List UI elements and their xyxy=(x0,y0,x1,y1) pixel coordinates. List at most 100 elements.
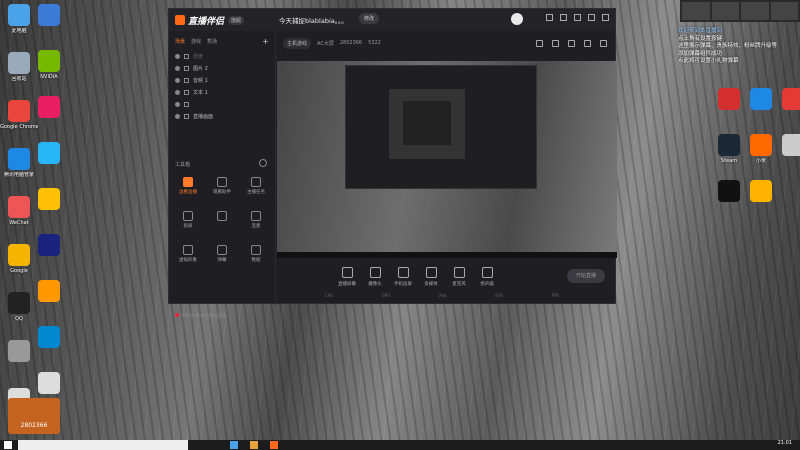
app-icon xyxy=(8,340,30,362)
category-tag[interactable]: 主机游戏 xyxy=(283,37,312,49)
lock-icon[interactable] xyxy=(184,53,189,59)
taskbar-folder-icon[interactable] xyxy=(250,441,258,449)
share-icon[interactable] xyxy=(600,40,607,47)
tab-show[interactable]: 秀场 xyxy=(207,38,217,45)
eye-icon[interactable] xyxy=(175,53,180,59)
start-live-button[interactable]: 开始直播 xyxy=(567,269,605,283)
lock-icon[interactable] xyxy=(184,77,189,83)
eye-icon[interactable] xyxy=(175,65,180,71)
source-control[interactable]: 多媒体 xyxy=(417,267,445,287)
close-icon[interactable] xyxy=(602,14,609,21)
app-icon xyxy=(8,292,30,314)
tab-scene[interactable]: 场景 xyxy=(175,38,185,45)
desktop-icon[interactable] xyxy=(30,96,68,120)
bell-icon[interactable] xyxy=(584,40,591,47)
eye-icon[interactable] xyxy=(175,89,180,95)
tool-item[interactable]: 弹幕 xyxy=(207,245,237,263)
tool-item[interactable]: 虚拟形象 xyxy=(173,245,203,263)
desktop-icon[interactable] xyxy=(30,188,68,212)
settings-icon[interactable] xyxy=(546,14,553,21)
app-icon xyxy=(38,50,60,72)
taskbar-live-icon[interactable] xyxy=(270,441,278,449)
desktop-icon-label: 小米 xyxy=(755,158,766,164)
source-control[interactable]: 直播屏幕 xyxy=(333,267,361,287)
desktop-icon-label: NVIDIA xyxy=(40,74,58,80)
app-icon xyxy=(38,326,60,348)
desktop-icon[interactable] xyxy=(30,4,68,28)
message-icon[interactable] xyxy=(560,14,567,21)
source-control[interactable]: 麦克风 xyxy=(445,267,473,287)
tool-label: 数据 xyxy=(251,258,261,263)
nested-capture-3 xyxy=(403,101,451,145)
app-icon xyxy=(38,4,60,26)
lock-icon[interactable] xyxy=(184,89,189,95)
scene-item[interactable]: 直播画面 xyxy=(169,110,275,122)
windows-taskbar: 21:01 xyxy=(0,440,800,450)
windows-start-icon[interactable] xyxy=(4,441,12,449)
lock-icon[interactable] xyxy=(184,65,189,71)
menu-icon[interactable] xyxy=(574,14,581,21)
tool-label: 边看边播 xyxy=(179,190,197,195)
tool-item[interactable]: 数据 xyxy=(241,245,271,263)
version-badge[interactable]: 旗舰 xyxy=(228,15,245,25)
chat-message: 添加弹幕组件成功 xyxy=(678,50,723,57)
desktop-icon[interactable] xyxy=(30,234,68,258)
tool-item[interactable]: 投屏 xyxy=(173,211,203,229)
stat-label: 内存 xyxy=(438,293,447,298)
minimize-icon[interactable] xyxy=(588,14,595,21)
scene-label: 文本 1 xyxy=(193,89,208,96)
app-icon xyxy=(8,52,30,74)
room-info-bar: 主机游戏 AC大屏 2802366 5322 xyxy=(277,31,381,55)
source-control[interactable]: 手机投屏 xyxy=(389,267,417,287)
source-control[interactable]: 扬声器 xyxy=(473,267,501,287)
app-icon xyxy=(38,372,60,394)
lock-icon[interactable] xyxy=(552,40,559,47)
scene-item[interactable]: 场景 xyxy=(169,50,275,62)
source-icon xyxy=(481,267,493,278)
add-scene-icon[interactable]: + xyxy=(262,37,269,46)
scene-item[interactable]: 音频 1 xyxy=(169,74,275,86)
desktop-icon[interactable] xyxy=(30,280,68,304)
tab-game[interactable]: 游戏 xyxy=(191,38,201,45)
room-title[interactable]: 今天捕捉blablabia。。。 xyxy=(279,15,348,25)
lock-icon[interactable] xyxy=(184,101,189,107)
gift-icon[interactable] xyxy=(536,40,543,47)
desktop-icon-label: Google Chrome xyxy=(0,124,38,130)
desktop-icon[interactable] xyxy=(742,180,780,204)
chat-message: 这里展示弹幕、贵族特效、粉丝牌升级等 xyxy=(678,43,778,49)
box-icon[interactable] xyxy=(568,40,575,47)
desktop-icon[interactable] xyxy=(774,88,800,112)
tool-item[interactable]: 连麦 xyxy=(241,211,271,229)
tool-item[interactable] xyxy=(207,211,237,223)
toolbox-settings-icon[interactable] xyxy=(259,159,267,167)
source-control[interactable]: 摄像头 xyxy=(361,267,389,287)
desktop-icon-label: 此电脑 xyxy=(11,28,27,34)
scene-item[interactable]: 图片 2 xyxy=(169,62,275,74)
lock-icon[interactable] xyxy=(184,113,189,119)
tool-item[interactable]: 边看边播 xyxy=(173,177,203,195)
stream-preview[interactable] xyxy=(277,61,617,258)
eye-icon[interactable] xyxy=(175,77,180,83)
desktop-icon[interactable] xyxy=(30,142,68,166)
app-icon xyxy=(718,180,740,202)
scene-item[interactable] xyxy=(169,98,275,110)
source-label: 扬声器 xyxy=(480,282,494,287)
desktop-icon[interactable]: NVIDIA xyxy=(30,50,68,80)
eye-icon[interactable] xyxy=(175,101,180,107)
taskbar-search-input[interactable] xyxy=(18,440,188,450)
stat-label: 码率 xyxy=(495,293,504,298)
desktop-icon[interactable] xyxy=(774,134,800,158)
tool-item[interactable]: 观看助手 xyxy=(207,177,237,195)
desktop-icon[interactable] xyxy=(30,326,68,350)
scene-label: 直播画面 xyxy=(193,113,214,120)
tool-item[interactable]: 主播任务 xyxy=(241,177,271,195)
taskbar-app-icon[interactable] xyxy=(230,441,238,449)
scene-item[interactable]: 文本 1 xyxy=(169,86,275,98)
edit-title-button[interactable]: 修改 xyxy=(359,13,380,24)
desktop-icon[interactable] xyxy=(30,372,68,396)
taskbar-clock[interactable]: 21:01 xyxy=(778,440,792,446)
toolbox-title: 工具箱 xyxy=(175,162,191,168)
tip-text[interactable]: 今晚直播中的其他直播 xyxy=(175,313,226,319)
user-avatar[interactable] xyxy=(511,13,523,25)
eye-icon[interactable] xyxy=(175,113,180,119)
